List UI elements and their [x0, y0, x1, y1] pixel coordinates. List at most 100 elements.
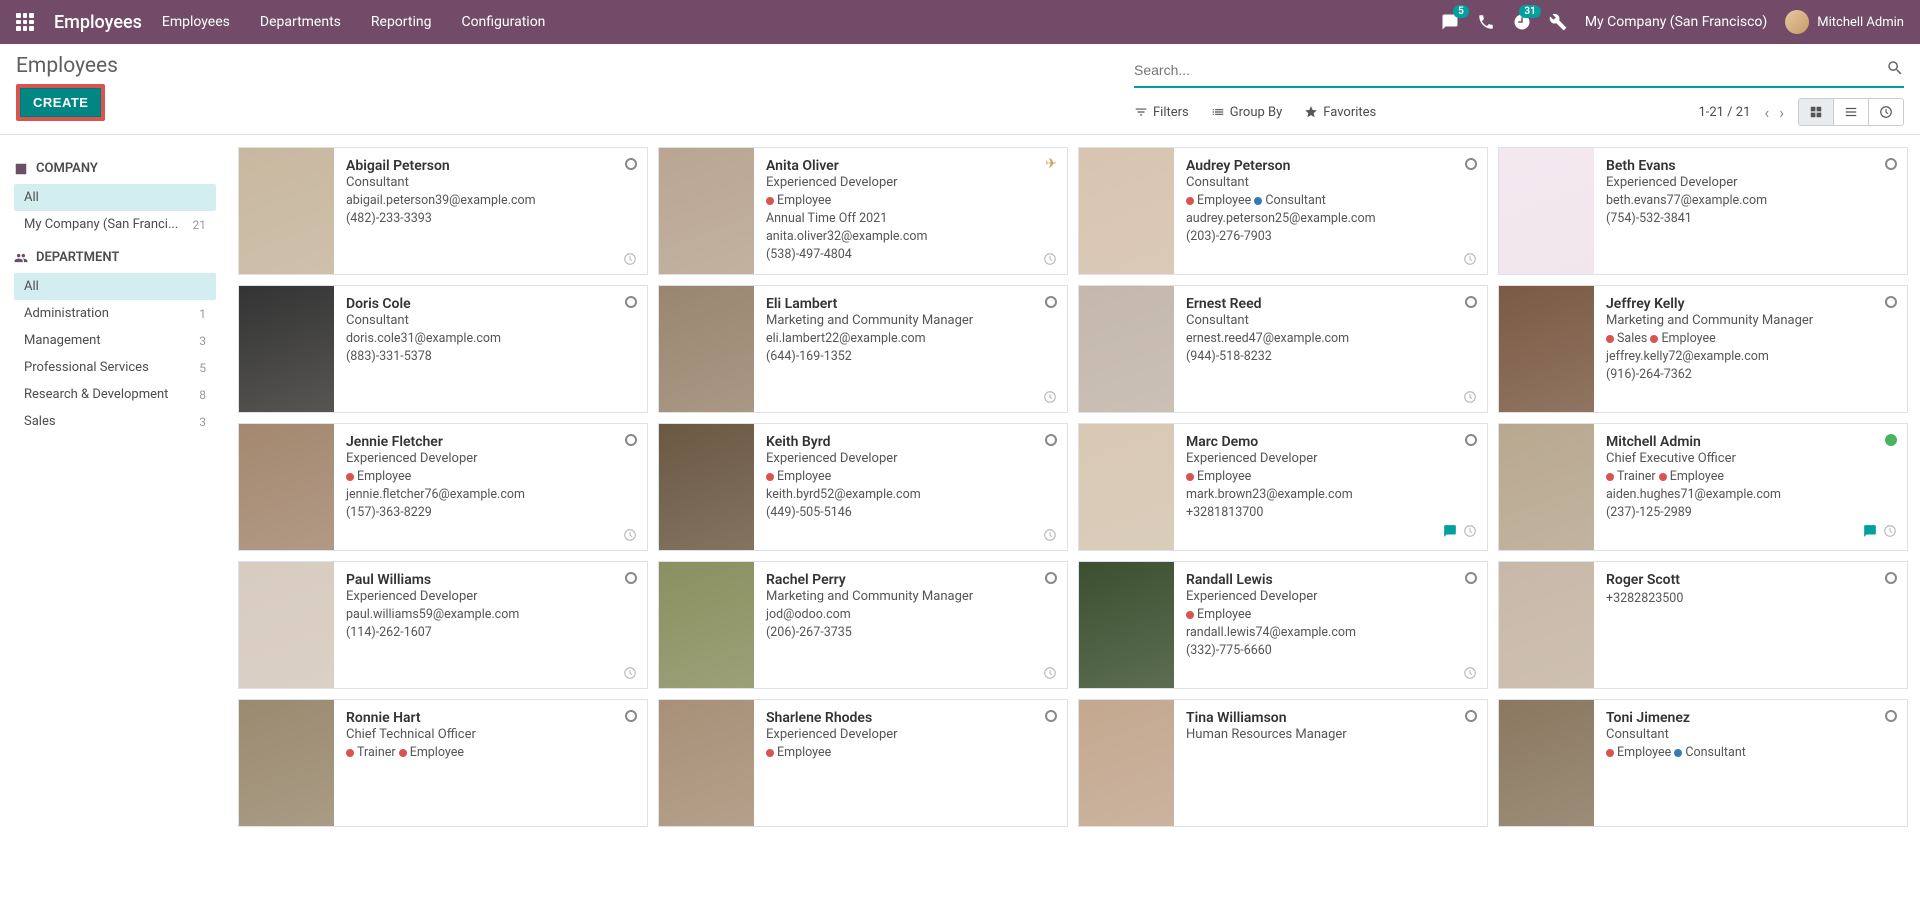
message-icon[interactable]	[1443, 524, 1457, 542]
sidebar-item-department[interactable]: Administration1	[14, 300, 216, 327]
employee-card[interactable]: Ronnie Hart Chief Technical Officer Trai…	[238, 699, 648, 827]
status-indicator-icon[interactable]	[1885, 572, 1897, 584]
employee-phone: (206)-267-3735	[766, 625, 1055, 640]
activity-clock-icon[interactable]	[1463, 390, 1477, 404]
filters-button[interactable]: Filters	[1134, 105, 1189, 120]
activity-clock-icon[interactable]	[1043, 390, 1057, 404]
employee-card[interactable]: Beth Evans Experienced Developer beth.ev…	[1498, 147, 1908, 275]
employee-card[interactable]: ✈ Anita Oliver Experienced Developer Emp…	[658, 147, 1068, 275]
employee-card[interactable]: Randall Lewis Experienced Developer Empl…	[1078, 561, 1488, 689]
status-indicator-icon[interactable]	[1885, 158, 1897, 170]
user-menu[interactable]: Mitchell Admin	[1785, 10, 1904, 34]
view-list-button[interactable]	[1834, 99, 1869, 125]
status-indicator-icon[interactable]	[625, 296, 637, 308]
employee-card[interactable]: Rachel Perry Marketing and Community Man…	[658, 561, 1068, 689]
activity-clock-icon[interactable]	[1043, 252, 1057, 266]
sidebar-item-department[interactable]: Sales3	[14, 408, 216, 435]
navbar: Employees Employees Departments Reportin…	[0, 0, 1920, 44]
status-indicator-icon[interactable]	[1045, 434, 1057, 446]
search-icon[interactable]	[1886, 59, 1904, 81]
employee-title: Experienced Developer	[766, 175, 1055, 190]
favorites-button[interactable]: Favorites	[1304, 105, 1376, 120]
tag-dot-icon	[1606, 749, 1614, 757]
status-indicator-icon[interactable]	[1465, 434, 1477, 446]
nav-item-configuration[interactable]: Configuration	[461, 14, 545, 30]
activity-clock-icon[interactable]	[1463, 252, 1477, 266]
employee-card[interactable]: Roger Scott +3282823500	[1498, 561, 1908, 689]
activity-clock-icon[interactable]	[1463, 524, 1477, 542]
sidebar-item-department[interactable]: Management3	[14, 327, 216, 354]
sidebar-item-department[interactable]: All	[14, 273, 216, 300]
employee-phone: (944)-518-8232	[1186, 349, 1475, 364]
employee-title: Experienced Developer	[346, 451, 635, 466]
sidebar-item-department[interactable]: Professional Services5	[14, 354, 216, 381]
employee-card[interactable]: Paul Williams Experienced Developer paul…	[238, 561, 648, 689]
employee-title: Experienced Developer	[766, 451, 1055, 466]
activity-clock-icon[interactable]	[623, 252, 637, 266]
employee-card[interactable]: Mitchell Admin Chief Executive Officer T…	[1498, 423, 1908, 551]
activity-clock-icon[interactable]	[1043, 666, 1057, 680]
groupby-button[interactable]: Group By	[1211, 105, 1283, 120]
app-title[interactable]: Employees	[54, 12, 142, 33]
employee-card[interactable]: Toni Jimenez Consultant Employee Consult…	[1498, 699, 1908, 827]
status-indicator-icon[interactable]	[1885, 296, 1897, 308]
tag-dot-icon	[399, 749, 407, 757]
employee-card[interactable]: Doris Cole Consultant doris.cole31@examp…	[238, 285, 648, 413]
activity-clock-icon[interactable]	[1043, 528, 1057, 542]
status-indicator-icon[interactable]	[1465, 296, 1477, 308]
company-selector[interactable]: My Company (San Francisco)	[1585, 14, 1767, 30]
employee-card[interactable]: Audrey Peterson Consultant Employee Cons…	[1078, 147, 1488, 275]
status-indicator-icon[interactable]	[1045, 710, 1057, 722]
status-indicator-icon[interactable]	[1885, 710, 1897, 722]
nav-item-departments[interactable]: Departments	[260, 14, 341, 30]
pager-prev-icon[interactable]: ‹	[1764, 103, 1769, 122]
phone-icon[interactable]	[1477, 13, 1495, 31]
status-indicator-icon[interactable]	[1045, 296, 1057, 308]
employee-card[interactable]: Ernest Reed Consultant ernest.reed47@exa…	[1078, 285, 1488, 413]
activity-clock-icon[interactable]: 31	[1513, 13, 1531, 31]
employee-name: Sharlene Rhodes	[766, 710, 1055, 726]
create-button[interactable]: CREATE	[20, 88, 101, 117]
status-indicator-icon[interactable]	[1465, 572, 1477, 584]
status-indicator-icon[interactable]	[1465, 710, 1477, 722]
message-icon[interactable]	[1863, 524, 1877, 542]
status-indicator-icon[interactable]	[625, 572, 637, 584]
employee-card[interactable]: Marc Demo Experienced Developer Employee…	[1078, 423, 1488, 551]
employee-card[interactable]: Tina Williamson Human Resources Manager	[1078, 699, 1488, 827]
status-indicator-icon[interactable]	[625, 434, 637, 446]
nav-item-reporting[interactable]: Reporting	[371, 14, 432, 30]
employee-phone: (883)-331-5378	[346, 349, 635, 364]
employee-card[interactable]: Abigail Peterson Consultant abigail.pete…	[238, 147, 648, 275]
tag-dot-icon	[1186, 197, 1194, 205]
search-input[interactable]	[1134, 58, 1886, 82]
activity-clock-icon[interactable]	[1463, 666, 1477, 680]
status-indicator-icon[interactable]	[1885, 434, 1897, 446]
employee-card[interactable]: Sharlene Rhodes Experienced Developer Em…	[658, 699, 1068, 827]
status-indicator-icon[interactable]	[625, 710, 637, 722]
employee-card[interactable]: Eli Lambert Marketing and Community Mana…	[658, 285, 1068, 413]
status-indicator-icon[interactable]	[1465, 158, 1477, 170]
status-indicator-icon[interactable]	[625, 158, 637, 170]
employee-card[interactable]: Jennie Fletcher Experienced Developer Em…	[238, 423, 648, 551]
nav-item-employees[interactable]: Employees	[162, 14, 230, 30]
status-indicator-icon[interactable]	[1045, 572, 1057, 584]
sidebar-item-company[interactable]: All	[14, 184, 216, 211]
activity-clock-icon[interactable]	[623, 528, 637, 542]
apps-menu-icon[interactable]	[16, 13, 34, 31]
messages-icon[interactable]: 5	[1441, 13, 1459, 31]
employee-name: Doris Cole	[346, 296, 635, 312]
sidebar-item-department[interactable]: Research & Development8	[14, 381, 216, 408]
tools-icon[interactable]	[1549, 13, 1567, 31]
employee-phone: (538)-497-4804	[766, 247, 1055, 262]
employee-phone: +3281813700	[1186, 505, 1475, 520]
employee-card[interactable]: Keith Byrd Experienced Developer Employe…	[658, 423, 1068, 551]
pager-next-icon[interactable]: ›	[1779, 103, 1784, 122]
view-kanban-button[interactable]	[1799, 99, 1834, 125]
activity-clock-icon[interactable]	[623, 666, 637, 680]
tag-dot-icon	[1659, 473, 1667, 481]
sidebar-item-company[interactable]: My Company (San Franci...21	[14, 211, 216, 238]
view-activity-button[interactable]	[1869, 99, 1903, 125]
employee-card[interactable]: Jeffrey Kelly Marketing and Community Ma…	[1498, 285, 1908, 413]
activity-clock-icon[interactable]	[1883, 524, 1897, 542]
tag-dot-icon	[1606, 335, 1614, 343]
